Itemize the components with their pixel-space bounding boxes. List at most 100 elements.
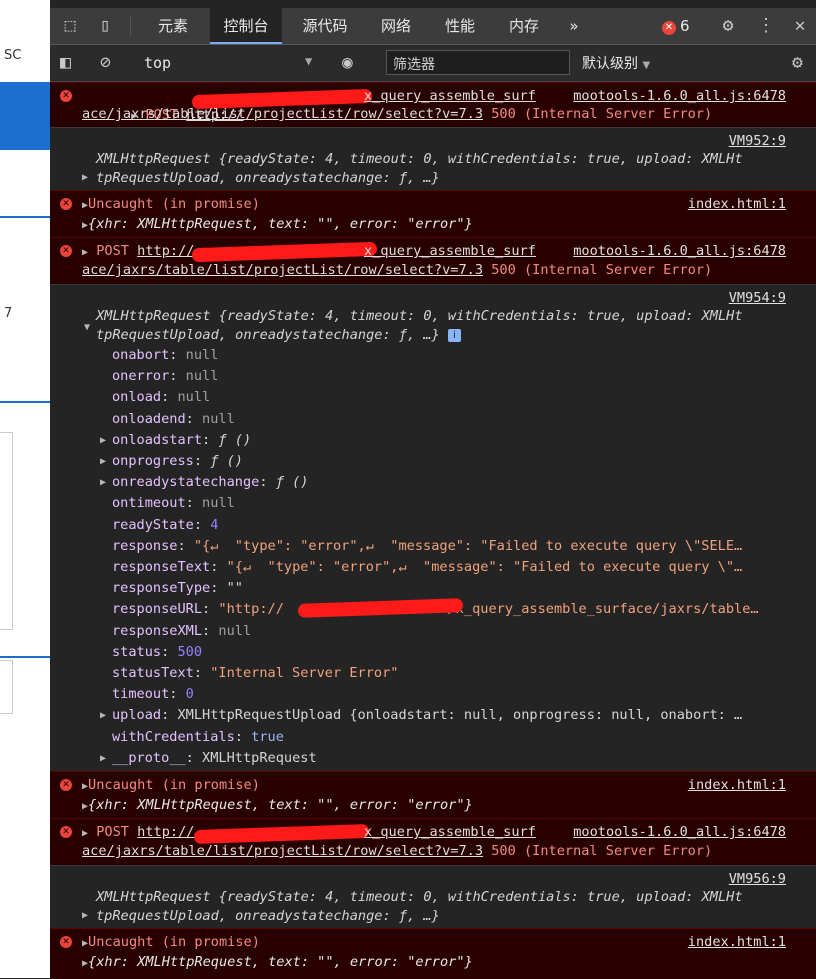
gear-icon[interactable]: ⚙ xyxy=(792,53,803,73)
request-method: POST xyxy=(96,824,129,840)
property-separator: : xyxy=(161,707,178,724)
property-separator: : xyxy=(234,728,252,745)
source-link[interactable]: VM952:9 xyxy=(729,132,786,151)
expand-arrow-icon[interactable]: ▶ xyxy=(100,749,106,768)
source-link[interactable]: VM956:9 xyxy=(729,870,786,889)
context-selector[interactable]: top xyxy=(144,54,171,72)
devtools-tab-bar: ⬚ ▯ 元素 控制台 源代码 网络 性能 内存 » ✕ 6 ⚙ ⋮ ✕ xyxy=(50,8,816,45)
inspect-element-icon[interactable]: ⬚ xyxy=(60,16,80,36)
expand-arrow-icon[interactable]: ▶ xyxy=(82,828,88,839)
property-separator: : xyxy=(193,516,211,533)
request-url[interactable]: x_query_assemble_surf xyxy=(364,242,536,261)
property-value: "{↵ "type": "error",↵ "message": "Failed… xyxy=(193,537,743,554)
property-key: timeout xyxy=(112,686,170,703)
tab-memory[interactable]: 内存 xyxy=(496,8,552,44)
object-preview: tpRequestUpload, onreadystatechange: ƒ, … xyxy=(96,327,440,343)
expand-arrow-icon[interactable]: ▶ xyxy=(82,168,88,187)
tab-network[interactable]: 网络 xyxy=(368,8,424,44)
clear-console-icon[interactable]: ⊘ xyxy=(100,53,111,73)
source-link[interactable]: VM954:9 xyxy=(729,289,786,308)
console-log-row: VM952:9 ▶ XMLHttpRequest {readyState: 4, … xyxy=(50,127,816,190)
object-preview: tpRequestUpload, onreadystatechange: ƒ, … xyxy=(96,908,440,924)
property-value: XMLHttpRequestUpload {onloadstart: null,… xyxy=(177,707,743,724)
device-toolbar-icon[interactable]: ▯ xyxy=(95,16,115,36)
property-key: responseText xyxy=(112,559,211,575)
source-link[interactable]: mootools-1.6.0_all.js:6478 xyxy=(573,87,786,106)
error-icon: ✕ xyxy=(60,198,72,210)
property-separator: : xyxy=(177,537,194,554)
tab-sources[interactable]: 源代码 xyxy=(290,8,360,44)
expand-arrow-icon[interactable]: ▶ xyxy=(82,906,88,925)
source-link[interactable]: mootools-1.6.0_all.js:6478 xyxy=(573,242,786,261)
page-fragment-text: SC xyxy=(4,48,22,63)
error-icon: ✕ xyxy=(60,936,72,948)
page-fragment-text: 7 xyxy=(4,306,13,321)
request-url[interactable]: http:// xyxy=(137,243,194,259)
object-property-row[interactable]: ▶ onprogress: ƒ () xyxy=(100,452,243,471)
request-status: 500 (Internal Server Error) xyxy=(491,843,713,859)
object-property-row[interactable]: ▶ onreadystatechange: ƒ () xyxy=(100,473,308,492)
error-count-badge[interactable]: ✕ 6 xyxy=(662,17,690,35)
property-key: response xyxy=(112,537,178,554)
log-levels-dropdown[interactable]: 默认级别 ▼ xyxy=(582,53,650,73)
request-url[interactable]: http:// xyxy=(137,824,194,840)
property-value: null xyxy=(177,389,211,406)
expand-arrow-icon[interactable]: ▶ xyxy=(100,431,106,450)
property-separator: : xyxy=(259,474,276,491)
expand-arrow-icon[interactable]: ▶ xyxy=(100,706,106,725)
property-value: true xyxy=(251,728,284,745)
property-key: onloadstart xyxy=(112,431,203,448)
request-url[interactable]: ace/jaxrs/table/list/projectList/row/sel… xyxy=(82,106,483,122)
sidebar-toggle-icon[interactable]: ◧ xyxy=(60,53,71,73)
close-icon[interactable]: ✕ xyxy=(790,16,810,36)
gear-icon[interactable]: ⚙ xyxy=(718,16,738,36)
property-key: ontimeout xyxy=(112,495,186,512)
chevron-down-icon[interactable]: ▼ xyxy=(305,54,312,68)
error-icon: ✕ xyxy=(60,245,72,257)
devtools-panel: ⬚ ▯ 元素 控制台 源代码 网络 性能 内存 » ✕ 6 ⚙ ⋮ ✕ ◧ ⊘ t… xyxy=(50,0,816,979)
request-url[interactable]: ace/jaxrs/table/list/projectList/row/sel… xyxy=(82,843,483,859)
property-key: upload xyxy=(112,707,162,724)
property-value: null xyxy=(185,347,219,363)
tab-console[interactable]: 控制台 xyxy=(210,8,282,44)
object-property-row[interactable]: ▶ onloadstart: ƒ () xyxy=(100,431,251,450)
tab-performance[interactable]: 性能 xyxy=(432,8,488,44)
tab-elements[interactable]: 元素 xyxy=(142,8,204,44)
collapse-arrow-icon[interactable]: ▼ xyxy=(84,322,90,333)
expand-arrow-icon[interactable]: ▶ xyxy=(100,452,106,471)
source-link[interactable]: mootools-1.6.0_all.js:6478 xyxy=(573,823,786,842)
source-link[interactable]: index.html:1 xyxy=(688,933,786,952)
property-value: XMLHttpRequest xyxy=(202,749,317,766)
object-property-row: onerror: null xyxy=(100,367,218,386)
console-log-row: VM956:9 ▶ XMLHttpRequest {readyState: 4, … xyxy=(50,865,816,928)
property-key: onabort xyxy=(112,347,170,363)
object-property-row: ontimeout: null xyxy=(100,494,235,513)
source-link[interactable]: index.html:1 xyxy=(688,195,786,214)
object-preview: XMLHttpRequest {readyState: 4, timeout: … xyxy=(96,889,743,905)
property-separator: : xyxy=(202,601,219,618)
page-divider xyxy=(0,401,50,403)
error-icon: ✕ xyxy=(60,90,72,102)
object-preview: tpRequestUpload, onreadystatechange: ƒ, … xyxy=(96,170,440,186)
property-separator: : xyxy=(210,559,227,575)
kebab-menu-icon[interactable]: ⋮ xyxy=(756,16,776,36)
request-url[interactable]: x_query_assemble_surf xyxy=(364,87,536,106)
object-property-row[interactable]: ▶ __proto__: XMLHttpRequest xyxy=(100,749,317,768)
info-icon[interactable]: i xyxy=(447,328,461,342)
object-property-row: onabort: null xyxy=(100,346,218,365)
property-key: onload xyxy=(112,389,162,406)
source-link[interactable]: index.html:1 xyxy=(688,776,786,795)
property-key: onprogress xyxy=(112,453,194,469)
page-blue-banner xyxy=(0,82,50,150)
request-url[interactable]: x_query_assemble_surf xyxy=(364,823,536,842)
expand-arrow-icon[interactable]: ▶ xyxy=(100,473,106,492)
console-error-row: ✕ ▶ POST http:// x_query_assemble_surf a… xyxy=(50,818,816,865)
page-panel xyxy=(0,660,13,714)
expand-arrow-icon[interactable]: ▶ xyxy=(82,247,88,258)
request-url[interactable]: ace/jaxrs/table/list/projectList/row/sel… xyxy=(82,262,483,278)
more-tabs-button[interactable]: » xyxy=(560,8,588,44)
eye-icon[interactable]: ◉ xyxy=(342,53,353,73)
divider xyxy=(130,16,131,36)
object-property-row[interactable]: ▶ upload: XMLHttpRequestUpload {onloadsta… xyxy=(100,706,742,725)
filter-input[interactable]: 筛选器 xyxy=(386,50,570,75)
